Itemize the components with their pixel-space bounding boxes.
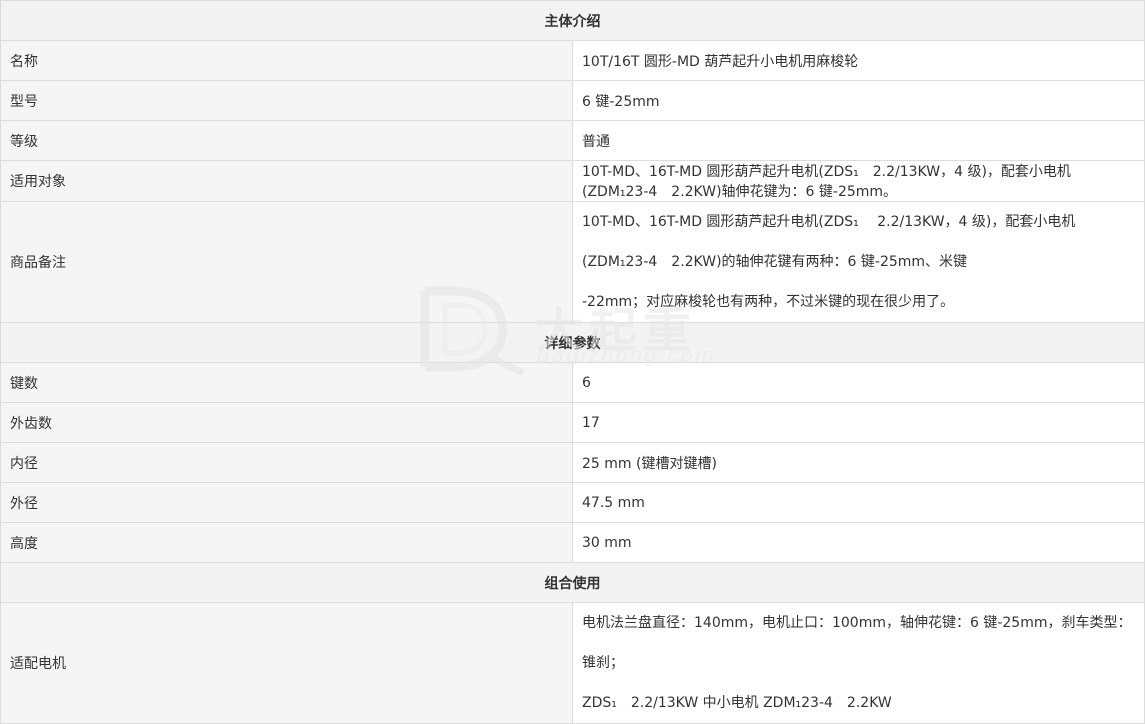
table-row: 名称 10T/16T 圆形-MD 葫芦起升小电机用麻梭轮 bbox=[0, 40, 1145, 81]
section-title-details: 详细参数 bbox=[0, 322, 1145, 363]
table-row: 内径 25 mm (键槽对键槽) bbox=[0, 442, 1145, 483]
section-header-main: 主体介绍 bbox=[0, 0, 1145, 41]
row-value-height: 30 mm bbox=[572, 522, 1145, 563]
row-label-key-count: 键数 bbox=[0, 362, 573, 403]
row-value-key-count: 6 bbox=[572, 362, 1145, 403]
row-value-model: 6 键-25mm bbox=[572, 80, 1145, 121]
row-label-grade: 等级 bbox=[0, 120, 573, 161]
row-label-applicable: 适用对象 bbox=[0, 160, 573, 202]
motor-line-1: 电机法兰盘直径：140mm，电机止口：100mm，轴伸花键：6 键-25mm，刹… bbox=[582, 615, 1132, 671]
remarks-line-1: 10T-MD、16T-MD 圆形葫芦起升电机(ZDS₁ 2.2/13KW，4 级… bbox=[582, 214, 1076, 270]
row-label-remarks: 商品备注 bbox=[0, 201, 573, 323]
row-label-name: 名称 bbox=[0, 40, 573, 81]
row-label-height: 高度 bbox=[0, 522, 573, 563]
table-row: 商品备注 10T-MD、16T-MD 圆形葫芦起升电机(ZDS₁ 2.2/13K… bbox=[0, 201, 1145, 323]
row-value-grade: 普通 bbox=[572, 120, 1145, 161]
section-header-details: 详细参数 bbox=[0, 322, 1145, 363]
table-row: 等级 普通 bbox=[0, 120, 1145, 161]
section-title-main: 主体介绍 bbox=[0, 0, 1145, 41]
table-row: 适用对象 10T-MD、16T-MD 圆形葫芦起升电机(ZDS₁ 2.2/13K… bbox=[0, 160, 1145, 202]
remarks-line-2: -22mm；对应麻梭轮也有两种，不过米键的现在很少用了。 bbox=[582, 294, 955, 310]
row-value-inner-diameter: 25 mm (键槽对键槽) bbox=[572, 442, 1145, 483]
row-value-motor: 电机法兰盘直径：140mm，电机止口：100mm，轴伸花键：6 键-25mm，刹… bbox=[572, 602, 1145, 724]
motor-line-2: ZDS₁ 2.2/13KW 中小电机 ZDM₁23-4 2.2KW bbox=[582, 695, 892, 711]
row-value-name: 10T/16T 圆形-MD 葫芦起升小电机用麻梭轮 bbox=[572, 40, 1145, 81]
table-row: 适配电机 电机法兰盘直径：140mm，电机止口：100mm，轴伸花键：6 键-2… bbox=[0, 602, 1145, 724]
section-header-combo: 组合使用 bbox=[0, 562, 1145, 603]
row-label-motor: 适配电机 bbox=[0, 602, 573, 724]
row-value-outer-diameter: 47.5 mm bbox=[572, 482, 1145, 523]
row-label-inner-diameter: 内径 bbox=[0, 442, 573, 483]
table-row: 键数 6 bbox=[0, 362, 1145, 403]
table-row: 高度 30 mm bbox=[0, 522, 1145, 563]
section-title-combo: 组合使用 bbox=[0, 562, 1145, 603]
row-value-teeth: 17 bbox=[572, 402, 1145, 443]
row-value-remarks: 10T-MD、16T-MD 圆形葫芦起升电机(ZDS₁ 2.2/13KW，4 级… bbox=[572, 201, 1145, 323]
row-label-model: 型号 bbox=[0, 80, 573, 121]
spec-table: 主体介绍 名称 10T/16T 圆形-MD 葫芦起升小电机用麻梭轮 型号 6 键… bbox=[0, 0, 1145, 724]
table-row: 型号 6 键-25mm bbox=[0, 80, 1145, 121]
table-row: 外齿数 17 bbox=[0, 402, 1145, 443]
table-row: 外径 47.5 mm bbox=[0, 482, 1145, 523]
row-label-outer-diameter: 外径 bbox=[0, 482, 573, 523]
row-label-teeth: 外齿数 bbox=[0, 402, 573, 443]
row-value-applicable: 10T-MD、16T-MD 圆形葫芦起升电机(ZDS₁ 2.2/13KW，4 级… bbox=[572, 160, 1145, 202]
